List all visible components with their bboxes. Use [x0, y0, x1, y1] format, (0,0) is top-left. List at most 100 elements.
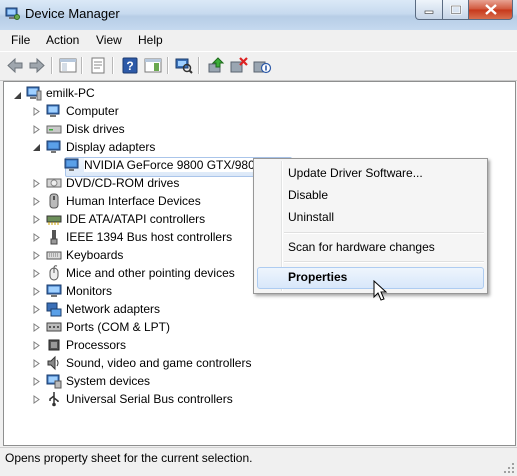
tree-node-label: IDE ATA/ATAPI controllers	[66, 212, 206, 226]
category-node[interactable]: DVD/CD-ROM drives	[46, 174, 179, 192]
category-node[interactable]: IEEE 1394 Bus host controllers	[46, 228, 232, 246]
maximize-button[interactable]	[443, 0, 469, 20]
computer-pc-icon	[26, 86, 42, 101]
update-driver-menu-item[interactable]: Update Driver Software...	[288, 166, 423, 180]
toolbar-separator	[112, 57, 114, 74]
category-node[interactable]: Mice and other pointing devices	[46, 264, 235, 282]
category-node[interactable]: Universal Serial Bus controllers	[46, 390, 233, 408]
tree-node-label: Display adapters	[66, 140, 156, 154]
uninstall-menu-item[interactable]: Uninstall	[288, 210, 334, 224]
expand-arrow-icon[interactable]	[32, 341, 41, 350]
network-adapter-icon	[46, 302, 62, 317]
uninstall-icon[interactable]	[229, 56, 249, 75]
help-icon[interactable]: ?	[120, 56, 140, 75]
category-node[interactable]: System devices	[46, 372, 150, 390]
expand-arrow-icon[interactable]	[32, 269, 41, 278]
status-bar: Opens property sheet for the current sel…	[0, 447, 517, 476]
category-node[interactable]: Processors	[46, 336, 126, 354]
tree-node-label: DVD/CD-ROM drives	[66, 176, 180, 190]
expand-arrow-icon[interactable]	[32, 215, 41, 224]
menu-separator	[284, 261, 484, 263]
expand-arrow-icon[interactable]	[32, 323, 41, 332]
monitor-icon	[46, 284, 62, 297]
processor-icon	[48, 339, 60, 351]
hid-icon	[49, 193, 59, 209]
category-node[interactable]: Display adapters	[46, 138, 155, 156]
expand-arrow-icon[interactable]	[32, 395, 41, 404]
minimize-button[interactable]	[415, 0, 443, 20]
minimize-icon	[424, 10, 434, 14]
device-manager-window: Device Manager File Action View Help ? e…	[0, 0, 517, 476]
mouse-cursor-icon	[373, 280, 388, 301]
menu-action[interactable]: Action	[46, 33, 79, 47]
category-node[interactable]: Sound, video and game controllers	[46, 354, 251, 372]
disk-drive-icon	[46, 125, 62, 134]
expand-arrow-icon[interactable]	[32, 197, 41, 206]
close-icon	[484, 4, 497, 15]
scan-hardware-menu-item[interactable]: Scan for hardware changes	[288, 240, 435, 254]
svg-text:?: ?	[126, 59, 133, 73]
ieee1394-icon	[50, 230, 58, 245]
tree-root[interactable]: emilk-PC	[26, 84, 95, 102]
display-adapter-icon	[64, 158, 79, 171]
tree-node-label: Monitors	[66, 284, 113, 298]
expand-arrow-icon[interactable]	[32, 359, 41, 368]
expand-arrow-icon[interactable]	[32, 305, 41, 314]
expand-arrow-icon[interactable]	[32, 251, 41, 260]
disable-menu-item[interactable]: Disable	[288, 188, 328, 202]
back-icon[interactable]	[5, 56, 25, 75]
tree-node-label: System devices	[66, 374, 151, 388]
expand-arrow-icon[interactable]	[32, 287, 41, 296]
tree-root-label: emilk-PC	[46, 86, 95, 100]
menu-help[interactable]: Help	[138, 33, 163, 47]
category-node[interactable]: IDE ATA/ATAPI controllers	[46, 210, 205, 228]
sound-icon	[47, 355, 59, 371]
tree-node-label: Mice and other pointing devices	[66, 266, 235, 280]
category-node[interactable]: Computer	[46, 102, 119, 120]
category-node[interactable]: Disk drives	[46, 120, 125, 138]
display-adapter-icon	[46, 140, 61, 153]
menu-file[interactable]: File	[11, 33, 30, 47]
category-node[interactable]: Keyboards	[46, 246, 123, 264]
category-node[interactable]: Network adapters	[46, 300, 160, 318]
menu-view[interactable]: View	[96, 33, 122, 47]
system-devices-icon	[46, 374, 62, 389]
collapse-arrow-icon[interactable]	[13, 91, 22, 100]
caption-buttons	[415, 0, 513, 20]
disable-icon[interactable]	[252, 56, 272, 75]
tree-node-label: Universal Serial Bus controllers	[66, 392, 233, 406]
tree-node-label: Computer	[66, 104, 119, 118]
tree-node-label: Ports (COM & LPT)	[66, 320, 171, 334]
status-text: Opens property sheet for the current sel…	[5, 451, 253, 465]
properties-icon[interactable]	[88, 56, 108, 75]
show-hide-console-tree-icon[interactable]	[58, 56, 78, 75]
expand-arrow-icon[interactable]	[32, 125, 41, 134]
category-node[interactable]: Monitors	[46, 282, 112, 300]
close-button[interactable]	[469, 0, 513, 20]
toolbar-separator	[198, 57, 200, 74]
window-title: Device Manager	[25, 6, 120, 21]
tree-node-label: Human Interface Devices	[66, 194, 201, 208]
maximize-icon	[450, 4, 461, 14]
category-node[interactable]: Human Interface Devices	[46, 192, 201, 210]
tree-node-label: NVIDIA GeForce 9800 GTX/9800	[84, 158, 262, 172]
category-node[interactable]: Ports (COM & LPT)	[46, 318, 170, 336]
forward-icon[interactable]	[27, 56, 47, 75]
computer-icon	[46, 104, 60, 117]
device-node[interactable]: NVIDIA GeForce 9800 GTX/9800	[64, 156, 262, 174]
properties-menu-item[interactable]: Properties	[288, 270, 347, 284]
title-bar[interactable]: Device Manager	[0, 0, 517, 30]
menu-separator	[284, 232, 484, 234]
expand-arrow-icon[interactable]	[32, 179, 41, 188]
collapse-arrow-icon[interactable]	[32, 143, 41, 152]
expand-arrow-icon[interactable]	[32, 107, 41, 116]
expand-arrow-icon[interactable]	[32, 233, 41, 242]
menu-bar: File Action View Help	[0, 30, 517, 50]
context-menu: Update Driver Software... Disable Uninst…	[253, 158, 488, 294]
scan-hardware-icon[interactable]	[174, 56, 194, 75]
resize-grip-icon[interactable]	[503, 462, 515, 474]
update-driver-icon[interactable]	[206, 56, 226, 75]
action-pane-icon[interactable]	[143, 56, 163, 75]
toolbar-separator	[81, 57, 83, 74]
expand-arrow-icon[interactable]	[32, 377, 41, 386]
